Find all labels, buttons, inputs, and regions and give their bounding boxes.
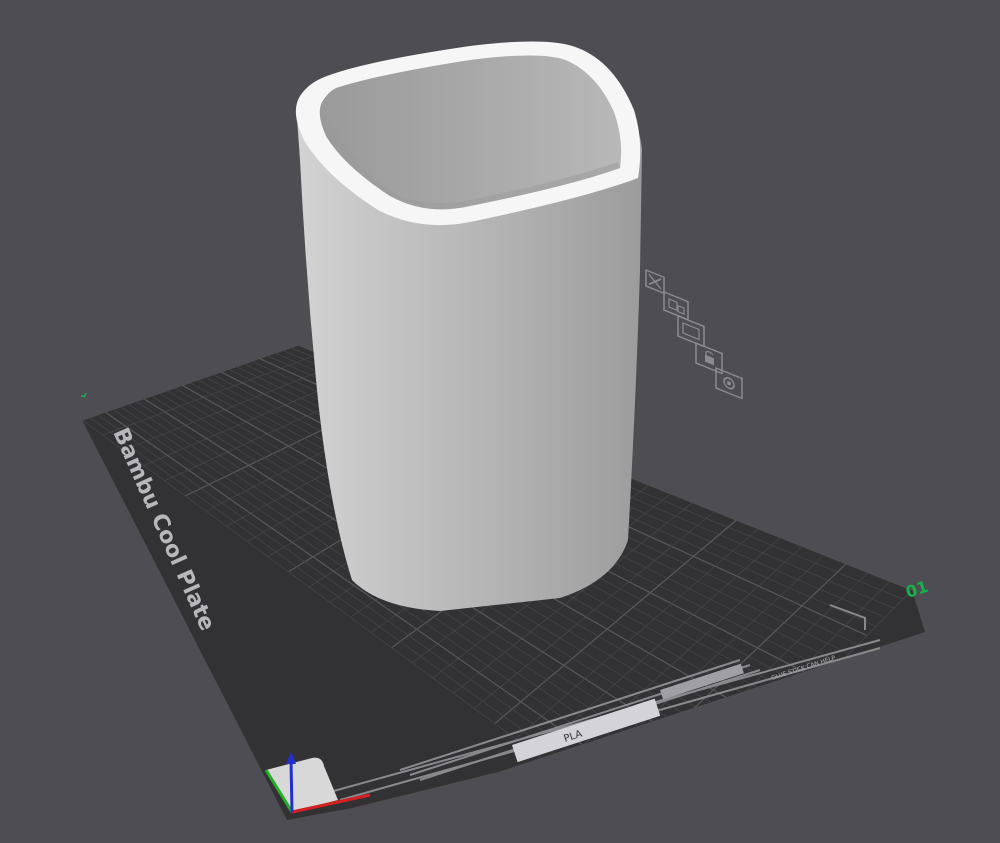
orient-icon[interactable] <box>677 314 705 348</box>
arrange-icon[interactable] <box>663 290 689 321</box>
3d-viewport[interactable]: PLA GLUE STICK CAN HELP Bambu Cool Plate… <box>0 0 1000 843</box>
plate-number[interactable]: 01 <box>903 577 930 602</box>
model-object[interactable] <box>295 41 642 611</box>
plate-corner-marker: ⌄ <box>74 384 92 404</box>
plate-toolbar <box>645 268 743 400</box>
close-icon[interactable] <box>645 268 665 295</box>
z-axis <box>289 759 294 813</box>
